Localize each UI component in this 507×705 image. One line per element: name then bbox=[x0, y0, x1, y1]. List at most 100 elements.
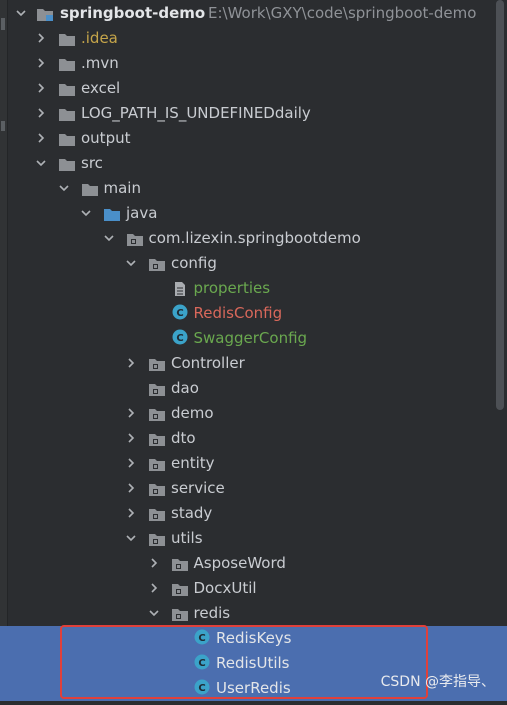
folder-icon bbox=[58, 80, 76, 96]
tree-row[interactable]: AsposeWord bbox=[0, 551, 507, 576]
tree-row[interactable]: com.lizexin.springbootdemo bbox=[0, 226, 507, 251]
folder-icon bbox=[58, 105, 76, 121]
tree-row[interactable]: src bbox=[0, 151, 507, 176]
chevron-right-icon[interactable] bbox=[147, 576, 161, 601]
project-panel: springboot-demo E:\Work\GXY\code\springb… bbox=[0, 0, 507, 701]
tree-row[interactable]: utils bbox=[0, 526, 507, 551]
tree-row-label: properties bbox=[193, 279, 271, 297]
source-folder-icon bbox=[103, 205, 121, 221]
chevron-down-icon[interactable] bbox=[57, 176, 71, 201]
module-folder-icon bbox=[36, 5, 54, 21]
chevron-down-icon[interactable] bbox=[124, 526, 138, 551]
package-icon bbox=[126, 230, 144, 246]
tree-row-label: .mvn bbox=[81, 54, 119, 72]
chevron-right-icon[interactable] bbox=[124, 426, 138, 451]
package-icon bbox=[148, 430, 166, 446]
tree-row[interactable]: java bbox=[0, 201, 507, 226]
tree-row-label: stady bbox=[171, 504, 213, 522]
chevron-right-icon[interactable] bbox=[34, 76, 48, 101]
chevron-down-icon[interactable] bbox=[147, 601, 161, 626]
chevron-right-icon[interactable] bbox=[124, 501, 138, 526]
chevron-right-icon[interactable] bbox=[34, 26, 48, 51]
tree-row-label: excel bbox=[81, 79, 121, 97]
tree-row-label: main bbox=[103, 179, 141, 197]
tree-row[interactable]: demo bbox=[0, 401, 507, 426]
tree-row[interactable]: excel bbox=[0, 76, 507, 101]
package-icon bbox=[148, 255, 166, 271]
package-icon bbox=[148, 405, 166, 421]
tree-row[interactable]: output bbox=[0, 126, 507, 151]
package-icon bbox=[148, 505, 166, 521]
tree-row-label: config bbox=[171, 254, 217, 272]
folder-icon bbox=[58, 155, 76, 171]
tree-row-label: entity bbox=[171, 454, 215, 472]
tree-row[interactable]: .mvn bbox=[0, 51, 507, 76]
chevron-right-icon[interactable] bbox=[147, 551, 161, 576]
package-icon bbox=[148, 480, 166, 496]
tree-row[interactable]: .idea bbox=[0, 26, 507, 51]
tree-row-label: SwaggerConfig bbox=[193, 329, 308, 347]
chevron-down-icon[interactable] bbox=[79, 201, 93, 226]
tree-row-label: dto bbox=[171, 429, 196, 447]
package-icon bbox=[148, 455, 166, 471]
tree-row-label: src bbox=[81, 154, 103, 172]
tree-row[interactable]: main bbox=[0, 176, 507, 201]
class-icon: C bbox=[171, 329, 189, 345]
tree-row-label: Controller bbox=[171, 354, 245, 372]
tree-row[interactable]: DocxUtil bbox=[0, 576, 507, 601]
package-icon bbox=[171, 555, 189, 571]
tree-row[interactable]: config bbox=[0, 251, 507, 276]
tree-row-label: com.lizexin.springbootdemo bbox=[148, 229, 361, 247]
tree-row[interactable]: entity bbox=[0, 451, 507, 476]
tree-row-label: service bbox=[171, 479, 225, 497]
chevron-right-icon[interactable] bbox=[124, 451, 138, 476]
tree-row[interactable]: C RedisConfig bbox=[0, 301, 507, 326]
chevron-right-icon[interactable] bbox=[124, 351, 138, 376]
project-name: springboot-demo bbox=[60, 4, 206, 22]
tree-row[interactable]: service bbox=[0, 476, 507, 501]
folder-icon bbox=[58, 130, 76, 146]
tree-row-label: demo bbox=[171, 404, 214, 422]
tree-row-label: output bbox=[81, 129, 131, 147]
chevron-down-icon[interactable] bbox=[102, 226, 116, 251]
package-icon bbox=[171, 580, 189, 596]
tree-row[interactable]: dao bbox=[0, 376, 507, 401]
chevron-right-icon[interactable] bbox=[124, 476, 138, 501]
tree-row-label: DocxUtil bbox=[193, 579, 257, 597]
package-icon bbox=[171, 605, 189, 621]
folder-icon bbox=[58, 30, 76, 46]
tree-row-label: utils bbox=[171, 529, 203, 547]
project-path: E:\Work\GXY\code\springboot-demo bbox=[208, 4, 477, 22]
folder-icon bbox=[58, 55, 76, 71]
properties-file-icon bbox=[171, 280, 189, 296]
chevron-down-icon[interactable] bbox=[124, 251, 138, 276]
chevron-down-icon[interactable] bbox=[14, 1, 28, 26]
tree-row[interactable]: properties bbox=[0, 276, 507, 301]
chevron-right-icon[interactable] bbox=[34, 101, 48, 126]
tree-row-project-root[interactable]: springboot-demo E:\Work\GXY\code\springb… bbox=[0, 1, 507, 26]
tree-row-label: java bbox=[126, 204, 158, 222]
tree-row-label: dao bbox=[171, 379, 199, 397]
tree-row[interactable]: stady bbox=[0, 501, 507, 526]
svg-text:C: C bbox=[176, 308, 183, 319]
tree-row-label: redis bbox=[193, 604, 231, 622]
tree-row-label: RedisConfig bbox=[193, 304, 283, 322]
tree-row-label: .idea bbox=[81, 29, 118, 47]
tree-row[interactable]: C SwaggerConfig bbox=[0, 326, 507, 351]
tree-row[interactable]: redis bbox=[0, 601, 507, 626]
chevron-right-icon[interactable] bbox=[124, 401, 138, 426]
class-icon: C bbox=[171, 304, 189, 320]
folder-icon bbox=[81, 180, 99, 196]
chevron-right-icon[interactable] bbox=[34, 126, 48, 151]
tree-row[interactable]: Controller bbox=[0, 351, 507, 376]
vertical-scrollbar[interactable] bbox=[496, 0, 504, 410]
package-icon bbox=[148, 380, 166, 396]
tree-row-label: LOG_PATH_IS_UNDEFINEDdaily bbox=[81, 104, 311, 122]
tree-row[interactable]: LOG_PATH_IS_UNDEFINEDdaily bbox=[0, 101, 507, 126]
package-icon bbox=[148, 530, 166, 546]
svg-text:C: C bbox=[176, 333, 183, 344]
chevron-down-icon[interactable] bbox=[34, 151, 48, 176]
chevron-right-icon[interactable] bbox=[34, 51, 48, 76]
tree-row[interactable]: dto bbox=[0, 426, 507, 451]
watermark: CSDN @李指导、 bbox=[380, 674, 495, 690]
